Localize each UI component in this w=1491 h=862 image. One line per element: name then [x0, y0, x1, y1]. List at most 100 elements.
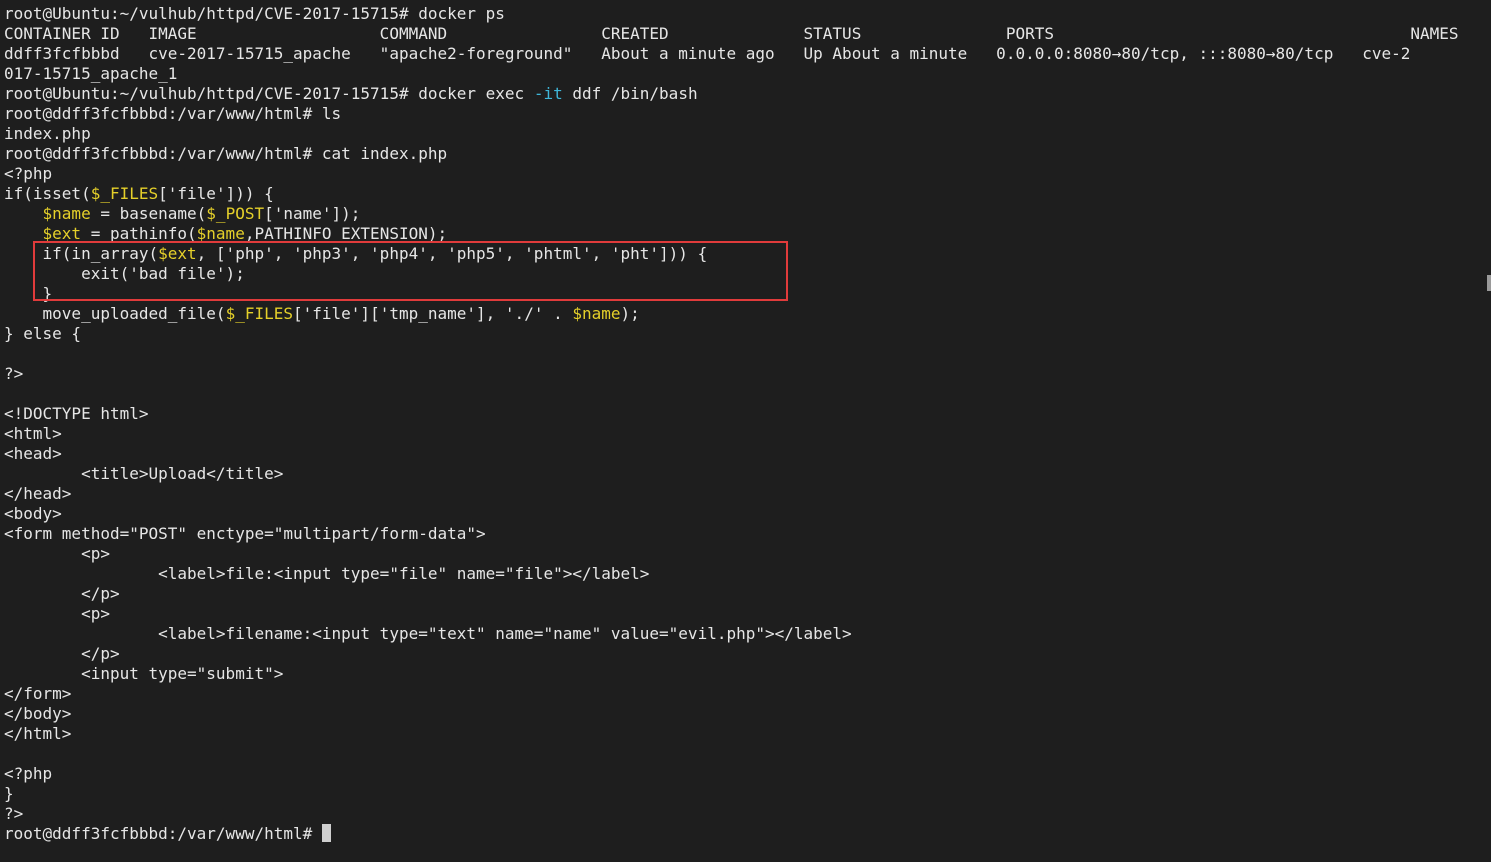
- terminal-line: }: [4, 784, 1491, 804]
- terminal-line: if(in_array($ext, ['php', 'php3', 'php4'…: [4, 244, 1491, 264]
- terminal-line: ddff3fcfbbbd cve-2017-15715_apache "apac…: [4, 44, 1491, 64]
- terminal-text: </body>: [4, 704, 72, 723]
- terminal-line: <label>filename:<input type="text" name=…: [4, 624, 1491, 644]
- terminal-line: </p>: [4, 584, 1491, 604]
- terminal-line: <title>Upload</title>: [4, 464, 1491, 484]
- terminal-text: <label>file:<input type="file" name="fil…: [4, 564, 650, 583]
- terminal-line: <head>: [4, 444, 1491, 464]
- terminal-line: root@Ubuntu:~/vulhub/httpd/CVE-2017-1571…: [4, 84, 1491, 104]
- terminal-text: <input type="submit">: [4, 664, 284, 683]
- terminal-text: ['file']['tmp_name'], './' .: [293, 304, 573, 323]
- terminal-text: <head>: [4, 444, 62, 463]
- terminal-line: <?php: [4, 764, 1491, 784]
- terminal-text: <html>: [4, 424, 62, 443]
- terminal-line: <input type="submit">: [4, 664, 1491, 684]
- terminal-line: <?php: [4, 164, 1491, 184]
- terminal-text: );: [620, 304, 640, 323]
- terminal-line: move_uploaded_file($_FILES['file']['tmp_…: [4, 304, 1491, 324]
- terminal-line: }: [4, 284, 1491, 304]
- terminal-line: <html>: [4, 424, 1491, 444]
- terminal-text: if(isset(: [4, 184, 91, 203]
- terminal-text: <form method="POST" enctype="multipart/f…: [4, 524, 486, 543]
- php-variable-token: $ext: [42, 224, 82, 243]
- terminal-line: </head>: [4, 484, 1491, 504]
- terminal-text: <?php: [4, 764, 53, 783]
- terminal-line: root@Ubuntu:~/vulhub/httpd/CVE-2017-1571…: [4, 4, 1491, 24]
- terminal-text: <p>: [4, 604, 110, 623]
- terminal-line: <p>: [4, 544, 1491, 564]
- terminal-line: <p>: [4, 604, 1491, 624]
- shell-prompt: root@ddff3fcfbbbd:/var/www/html#: [4, 824, 322, 843]
- php-variable-token: $_POST: [206, 204, 265, 223]
- terminal-text: </p>: [4, 584, 120, 603]
- terminal-text: 017-15715_apache_1: [4, 64, 178, 83]
- terminal-line: <body>: [4, 504, 1491, 524]
- terminal-text: </form>: [4, 684, 72, 703]
- terminal-text: <body>: [4, 504, 62, 523]
- terminal-text: }: [4, 784, 14, 803]
- terminal-text: = basename(: [90, 204, 207, 223]
- text-cursor: [321, 824, 331, 842]
- terminal-line: CONTAINER ID IMAGE COMMAND CREATED STATU…: [4, 24, 1491, 44]
- terminal-text: ['file'])) {: [158, 184, 274, 203]
- terminal-line: </form>: [4, 684, 1491, 704]
- terminal-line: index.php: [4, 124, 1491, 144]
- terminal-text: ?>: [4, 364, 24, 383]
- terminal-text: <title>Upload</title>: [4, 464, 284, 483]
- terminal-text: <label>filename:<input type="text" name=…: [4, 624, 852, 643]
- terminal-line: if(isset($_FILES['file'])) {: [4, 184, 1491, 204]
- terminal-text: ,PATHINFO_EXTENSION);: [244, 224, 448, 243]
- terminal-line: root@ddff3fcfbbbd:/var/www/html# cat ind…: [4, 144, 1491, 164]
- terminal-line: exit('bad file');: [4, 264, 1491, 284]
- terminal-text: <!DOCTYPE html>: [4, 404, 149, 423]
- terminal-text: ddf /bin/bash: [562, 84, 698, 103]
- terminal-text: root@ddff3fcfbbbd:/var/www/html# ls: [4, 104, 342, 123]
- terminal-text: CONTAINER ID IMAGE COMMAND CREATED STATU…: [4, 24, 1459, 43]
- terminal-line: ?>: [4, 364, 1491, 384]
- terminal-text: index.php: [4, 124, 91, 143]
- php-variable-token: $name: [196, 224, 245, 243]
- terminal-prompt-line[interactable]: root@ddff3fcfbbbd:/var/www/html#: [4, 824, 1491, 844]
- terminal-text: = pathinfo(: [81, 224, 197, 243]
- terminal-line: </body>: [4, 704, 1491, 724]
- scrollbar-thumb[interactable]: [1487, 275, 1491, 291]
- terminal-text: root@Ubuntu:~/vulhub/httpd/CVE-2017-1571…: [4, 4, 505, 23]
- terminal-text: </html>: [4, 724, 72, 743]
- terminal-line: ?>: [4, 804, 1491, 824]
- terminal-text: ddff3fcfbbbd cve-2017-15715_apache "apac…: [4, 44, 1411, 63]
- terminal-line: 017-15715_apache_1: [4, 64, 1491, 84]
- terminal-text: root@Ubuntu:~/vulhub/httpd/CVE-2017-1571…: [4, 84, 534, 103]
- terminal-line: <form method="POST" enctype="multipart/f…: [4, 524, 1491, 544]
- terminal-text: root@ddff3fcfbbbd:/var/www/html# cat ind…: [4, 144, 448, 163]
- php-variable-token: $_FILES: [90, 184, 159, 203]
- command-flag-token: -it: [533, 84, 563, 103]
- php-variable-token: $name: [572, 304, 621, 323]
- terminal-text: , ['php', 'php3', 'php4', 'php5', 'phtml…: [196, 244, 708, 263]
- terminal-text: ['name']);: [264, 204, 361, 223]
- terminal-output: root@Ubuntu:~/vulhub/httpd/CVE-2017-1571…: [4, 4, 1491, 824]
- php-variable-token: $_FILES: [225, 304, 293, 323]
- terminal-text: exit('bad file');: [4, 264, 245, 283]
- terminal-line: </p>: [4, 644, 1491, 664]
- terminal-line: <!DOCTYPE html>: [4, 404, 1491, 424]
- terminal-line: } else {: [4, 324, 1491, 344]
- php-variable-token: $ext: [158, 244, 197, 263]
- terminal-text: <p>: [4, 544, 110, 563]
- terminal-text: }: [4, 284, 53, 303]
- terminal-line: $name = basename($_POST['name']);: [4, 204, 1491, 224]
- terminal-window[interactable]: root@Ubuntu:~/vulhub/httpd/CVE-2017-1571…: [0, 0, 1491, 862]
- terminal-line: root@ddff3fcfbbbd:/var/www/html# ls: [4, 104, 1491, 124]
- terminal-text: move_uploaded_file(: [4, 304, 226, 323]
- terminal-text: ?>: [4, 804, 24, 823]
- terminal-line: <label>file:<input type="file" name="fil…: [4, 564, 1491, 584]
- terminal-text: </head>: [4, 484, 72, 503]
- terminal-text: if(in_array(: [4, 244, 159, 263]
- terminal-line: $ext = pathinfo($name,PATHINFO_EXTENSION…: [4, 224, 1491, 244]
- terminal-line: </html>: [4, 724, 1491, 744]
- terminal-text: <?php: [4, 164, 53, 183]
- terminal-text: } else {: [4, 324, 82, 343]
